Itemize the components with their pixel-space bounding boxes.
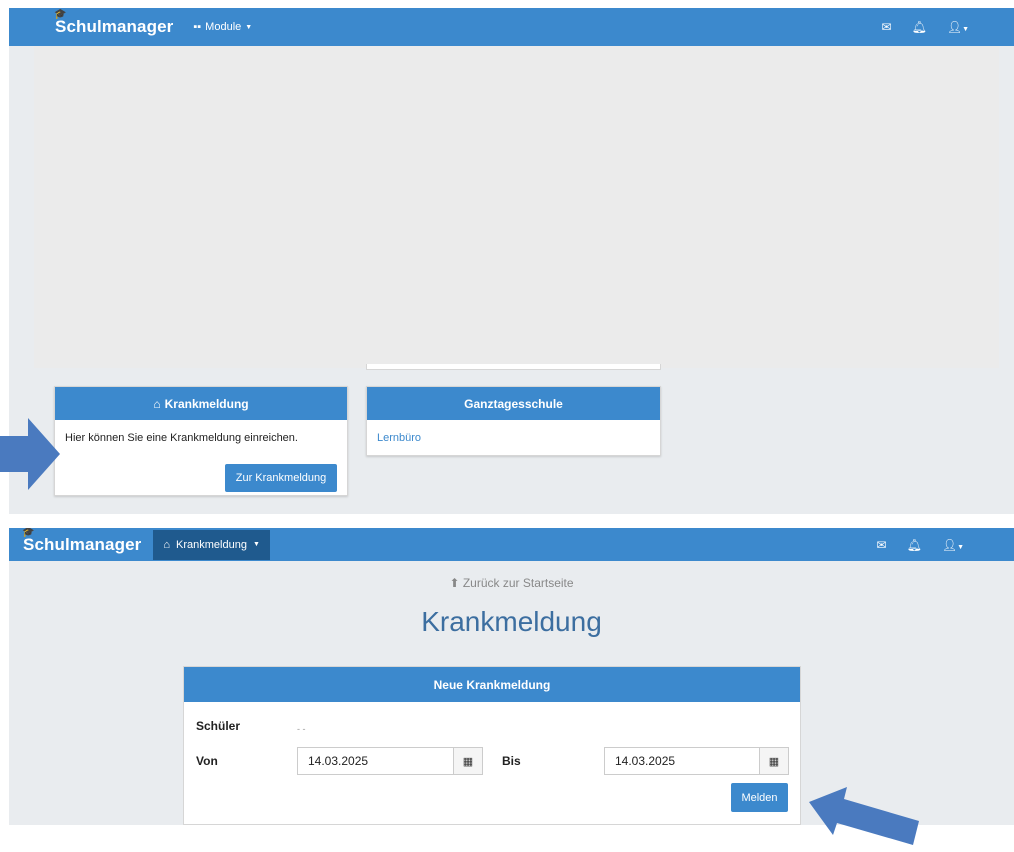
pointer-arrow-right bbox=[0, 418, 60, 490]
new-krankmeldung-form: Neue Krankmeldung Schüler - - Von 14.03.… bbox=[183, 666, 801, 825]
chevron-down-icon: ▼ bbox=[252, 541, 260, 548]
graduation-cap-icon: 🎓 bbox=[54, 9, 67, 20]
to-label: Bis bbox=[502, 754, 521, 768]
krankmeldung-card: ⌂ Krankmeldung Hier können Sie eine Kran… bbox=[54, 386, 348, 496]
menu-label: Krankmeldung bbox=[176, 538, 247, 551]
card-header: ⌂ Krankmeldung bbox=[55, 387, 347, 420]
krankmeldung-menu-button[interactable]: ⌂ Krankmeldung ▼ bbox=[153, 529, 270, 560]
from-date-input[interactable]: 14.03.2025 bbox=[297, 747, 454, 775]
brand-name: Schulmanager bbox=[23, 534, 142, 554]
brand-logo[interactable]: 🎓 Schulmanager bbox=[22, 528, 142, 555]
zur-krankmeldung-button[interactable]: Zur Krankmeldung bbox=[225, 464, 337, 492]
bell-icon[interactable]: 🔔︎ bbox=[907, 538, 922, 552]
krankmeldung-screenshot: 🎓 Schulmanager ⌂ Krankmeldung ▼ ✉ 🔔︎ 👤︎ … bbox=[9, 528, 1014, 825]
melden-button[interactable]: Melden bbox=[731, 783, 788, 812]
ganztagesschule-card: Ganztagesschule Lernbüro bbox=[366, 386, 661, 456]
student-label: Schüler bbox=[196, 719, 241, 733]
module-menu-label: Module bbox=[205, 21, 242, 33]
dashboard-screenshot: 🎓 Schulmanager ▪▪ Module ▼ ✉ 🔔︎ 👤︎ ▼ ⌂ K… bbox=[9, 8, 1014, 514]
user-icon[interactable]: 👤︎ ▼ bbox=[947, 20, 969, 34]
from-label: Von bbox=[196, 754, 218, 768]
bell-icon[interactable]: 🔔︎ bbox=[912, 20, 927, 34]
home-icon: ⌂ bbox=[153, 396, 161, 411]
arrow-up-circle-icon: ⬆ bbox=[449, 576, 460, 590]
mail-icon[interactable]: ✉ bbox=[877, 538, 887, 552]
user-icon[interactable]: 👤︎ ▼ bbox=[942, 538, 964, 552]
graduation-cap-icon: 🎓 bbox=[22, 528, 35, 538]
lernbuero-link[interactable]: Lernbüro bbox=[377, 432, 421, 444]
mail-icon[interactable]: ✉ bbox=[882, 20, 892, 34]
module-menu-button[interactable]: ▪▪ Module ▼ bbox=[193, 21, 252, 33]
chevron-down-icon: ▼ bbox=[245, 23, 253, 31]
back-link[interactable]: ⬆ Zurück zur Startseite bbox=[9, 576, 1014, 590]
card-text: Hier können Sie eine Krankmeldung einrei… bbox=[65, 432, 298, 444]
form-title: Neue Krankmeldung bbox=[184, 667, 800, 702]
top-navbar: 🎓 Schulmanager ⌂ Krankmeldung ▼ ✉ 🔔︎ 👤︎ … bbox=[9, 528, 1014, 561]
back-link-label: Zurück zur Startseite bbox=[462, 576, 574, 590]
calendar-icon[interactable]: ▦ bbox=[759, 747, 789, 775]
student-value: - - bbox=[297, 724, 306, 734]
navbar-actions: ✉ 🔔︎ 👤︎ ▼ bbox=[882, 8, 969, 46]
page-title: Krankmeldung bbox=[421, 606, 602, 637]
calendar-icon[interactable]: ▦ bbox=[453, 747, 483, 775]
home-icon: ⌂ bbox=[163, 538, 171, 551]
to-date-input[interactable]: 14.03.2025 bbox=[604, 747, 760, 775]
card-fragment bbox=[366, 364, 661, 370]
brand-name: Schulmanager bbox=[55, 17, 174, 36]
navbar-actions: ✉ 🔔︎ 👤︎ ▼ bbox=[877, 528, 964, 561]
top-navbar: 🎓 Schulmanager ▪▪ Module ▼ ✉ 🔔︎ 👤︎ ▼ bbox=[9, 8, 1014, 46]
pointer-arrow-up-left bbox=[809, 787, 919, 845]
card-title: Krankmeldung bbox=[164, 396, 249, 411]
card-title: Ganztagesschule bbox=[367, 387, 660, 420]
content-placeholder bbox=[34, 46, 999, 368]
brand-logo[interactable]: 🎓 Schulmanager bbox=[54, 9, 174, 37]
grid-icon: ▪▪ bbox=[193, 21, 202, 33]
